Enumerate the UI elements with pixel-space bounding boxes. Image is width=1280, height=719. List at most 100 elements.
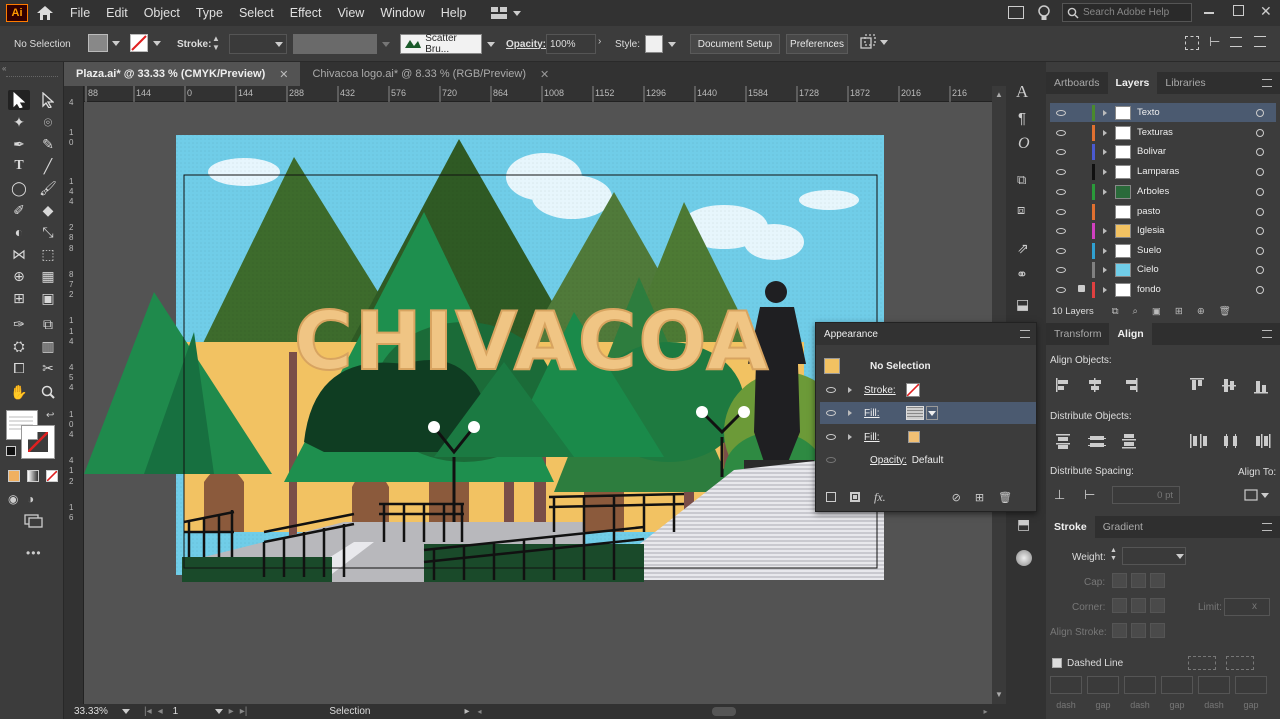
fill-row-label[interactable]: Fill: [864, 432, 880, 443]
stroke-row-label[interactable]: Stroke: [864, 385, 896, 396]
free-transform-tool-icon[interactable]: ⬚ [37, 244, 59, 264]
stroke-color-icon[interactable] [21, 425, 55, 459]
links-panel-icon[interactable]: ⚭ [1016, 266, 1028, 283]
expand-layer-icon[interactable] [1103, 286, 1107, 293]
fill-row-label[interactable]: Fill: [864, 408, 880, 419]
layer-name[interactable]: Lamparas [1137, 166, 1237, 177]
layer-row[interactable]: fondo [1050, 280, 1276, 299]
visibility-eye-icon[interactable] [826, 457, 836, 463]
scroll-up-icon[interactable]: ▲ [995, 90, 1003, 99]
dash-input[interactable] [1124, 676, 1156, 694]
close-button[interactable]: ✕ [1260, 3, 1272, 20]
dash-input[interactable] [1198, 676, 1230, 694]
type-tool-icon[interactable]: T [8, 156, 30, 176]
direct-selection-tool-icon[interactable] [37, 90, 59, 110]
fill-swatch-dropdown[interactable] [925, 406, 938, 420]
target-icon[interactable] [1256, 226, 1264, 235]
expand-layer-icon[interactable] [1103, 227, 1107, 234]
column-graph-tool-icon[interactable]: ▥ [37, 336, 59, 356]
minimize-button[interactable] [1204, 12, 1214, 14]
tab-libraries[interactable]: Libraries [1157, 72, 1213, 94]
target-icon[interactable] [1256, 246, 1264, 255]
dash-input[interactable] [1050, 676, 1082, 694]
line-tool-icon[interactable]: ╱ [37, 156, 59, 176]
preferences-button[interactable]: Preferences [786, 34, 848, 54]
style-swatch[interactable] [645, 35, 663, 53]
clipping-mask-icon[interactable]: ▣ [1152, 306, 1161, 317]
transparency-panel-icon[interactable]: ⬒ [1017, 516, 1030, 533]
slice-tool-icon[interactable]: ✂ [37, 358, 59, 378]
mesh-tool-icon[interactable]: ⊞ [8, 288, 30, 308]
visibility-eye-icon[interactable] [1056, 227, 1066, 234]
layer-name[interactable]: Suelo [1137, 245, 1237, 256]
tab-gradient[interactable]: Gradient [1095, 516, 1151, 538]
default-colors-icon[interactable] [6, 446, 16, 456]
locate-object-icon[interactable]: ⌕ [1133, 306, 1138, 317]
delete-layer-icon[interactable]: 🗑︎ [1219, 306, 1231, 317]
workspace-switcher-icon[interactable] [490, 7, 521, 19]
menu-file[interactable]: File [62, 0, 98, 26]
weight-dropdown-icon[interactable] [1176, 554, 1184, 559]
shape-builder-tool-icon[interactable]: ⊕ [8, 266, 30, 286]
search-field[interactable]: Search Adobe Help [1062, 3, 1192, 22]
tab-artboards[interactable]: Artboards [1046, 72, 1108, 94]
layer-name[interactable]: Iglesia [1137, 225, 1237, 236]
corner-buttons[interactable] [1112, 598, 1170, 614]
lightbulb-icon[interactable] [1038, 5, 1050, 24]
expand-fill-icon[interactable] [848, 410, 852, 416]
controls-menu-icon[interactable] [1230, 37, 1242, 47]
add-effect-icon[interactable]: fx. [874, 490, 886, 505]
scale-tool-icon[interactable]: ⤡ [37, 222, 59, 242]
fill-pattern-swatch[interactable] [905, 406, 924, 420]
scroll-left-icon[interactable]: ◂ [477, 707, 481, 716]
width-tool-icon[interactable]: ⋈ [8, 244, 30, 264]
target-icon[interactable] [1256, 167, 1264, 176]
arrange-icon[interactable] [860, 34, 888, 50]
expand-layer-icon[interactable] [1103, 247, 1107, 254]
stroke-dropdown-icon[interactable] [153, 41, 161, 46]
document-setup-button[interactable]: Document Setup [690, 34, 780, 54]
swap-colors-icon[interactable]: ↩ [46, 410, 54, 421]
expand-layer-icon[interactable] [1103, 188, 1107, 195]
new-sublayer-icon[interactable]: ⊞ [1175, 306, 1183, 317]
last-artboard-icon[interactable]: ▸| [240, 706, 248, 717]
blend-tool-icon[interactable]: ⧉ [37, 314, 59, 334]
weight-stepper[interactable]: ▲ ▼ [1110, 547, 1117, 563]
dashed-line-checkbox[interactable] [1052, 658, 1062, 668]
magic-wand-tool-icon[interactable]: ✦ [8, 112, 30, 132]
expand-layer-icon[interactable] [1103, 148, 1107, 155]
expand-fill-icon[interactable] [848, 434, 852, 440]
dash-pattern-align[interactable] [1226, 656, 1254, 670]
selection-tool-icon[interactable] [8, 90, 30, 110]
menu-type[interactable]: Type [188, 0, 231, 26]
expand-layer-icon[interactable] [1103, 168, 1107, 175]
visibility-eye-icon[interactable] [826, 387, 836, 393]
layer-row[interactable]: Suelo [1050, 241, 1276, 260]
artboard-tool-icon[interactable]: ⧠ [8, 358, 30, 378]
layer-row[interactable]: Bolivar [1050, 142, 1276, 161]
character-panel-icon[interactable]: A [1016, 82, 1028, 102]
cap-buttons[interactable] [1112, 573, 1170, 589]
variable-width-profile[interactable] [293, 34, 377, 54]
zoom-level-field[interactable]: 33.33% [74, 706, 130, 717]
draw-behind-icon[interactable]: ◑ [27, 492, 34, 506]
arrange-documents-icon[interactable] [1008, 6, 1024, 19]
stroke-swatch[interactable] [130, 34, 148, 52]
gap-input[interactable] [1235, 676, 1267, 694]
menu-help[interactable]: Help [433, 0, 475, 26]
drawing-mode-icon[interactable]: ◉ [8, 492, 18, 506]
home-icon[interactable] [28, 5, 62, 21]
scroll-right-icon[interactable]: ▸ [984, 707, 988, 716]
visibility-eye-icon[interactable] [1056, 286, 1066, 293]
layer-name[interactable]: pasto [1137, 206, 1237, 217]
add-new-stroke-icon[interactable] [826, 492, 836, 502]
target-icon[interactable] [1256, 128, 1264, 137]
paintbrush-tool-icon[interactable]: 🖌︎ [37, 178, 59, 198]
visibility-eye-icon[interactable] [1056, 109, 1066, 116]
rotate-tool-icon[interactable]: ◐ [8, 222, 30, 242]
tab-align[interactable]: Align [1109, 323, 1152, 345]
color-mode-icon[interactable] [8, 470, 20, 482]
shaper-tool-icon[interactable]: ✐ [8, 200, 30, 220]
eraser-tool-icon[interactable]: ◆ [37, 200, 59, 220]
gap-input[interactable] [1087, 676, 1119, 694]
